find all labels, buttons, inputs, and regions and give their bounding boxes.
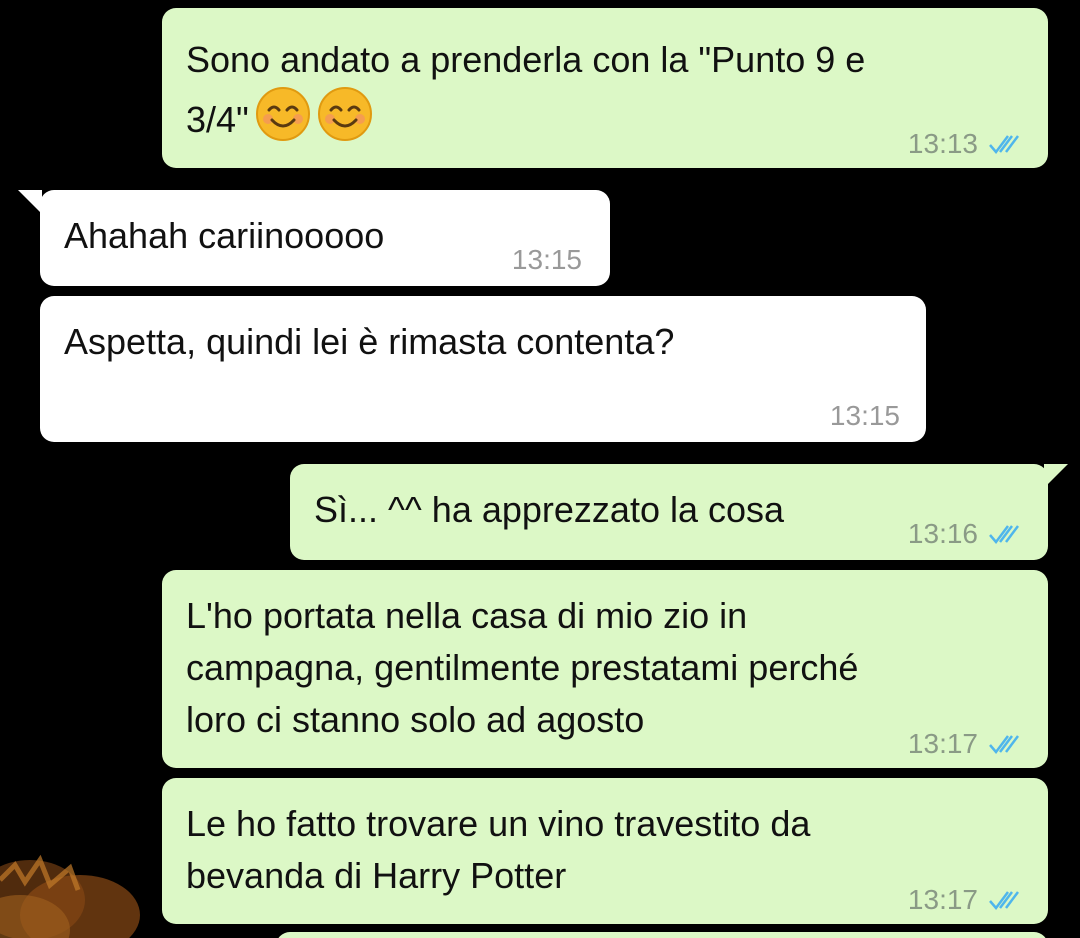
message-bubble-outgoing[interactable]: Sono andato a prenderla con la "Punto 9 … [162,8,1048,168]
message-text: Aspetta, quindi lei è rimasta contenta? [64,321,675,362]
message-line: bevanda di Harry Potter [186,855,567,896]
message-meta: 13:15 [830,390,900,442]
message-bubble-outgoing[interactable]: Le ho fatto trovare un vino travestito d… [162,778,1048,924]
smiling-face-icon [317,87,372,141]
chat-conversation[interactable]: Sono andato a prenderla con la "Punto 9 … [0,0,1080,938]
message-line: Le ho fatto trovare un vino travestito d… [186,803,811,844]
smiling-face-icon [255,87,310,141]
message-bubble-incoming[interactable]: Ahahah cariinooooo 13:15 [40,190,610,286]
read-ticks-icon [989,735,1019,754]
message-time: 13:15 [829,400,900,431]
message-line: loro ci stanno solo ad agosto [186,699,645,740]
message-meta: 13:17 [908,874,1020,926]
read-ticks-icon [989,135,1019,154]
message-bubble-incoming[interactable]: Aspetta, quindi lei è rimasta contenta? … [40,296,926,442]
message-time: 13:15 [511,244,582,275]
message-meta: 13:16 [908,508,1020,560]
message-line: L'ho portata nella casa di mio zio in [186,595,748,636]
message-line: 3/4" [186,99,249,140]
message-meta: 13:13 [908,118,1020,170]
message-bubble-outgoing[interactable]: Sì... ^^ ha apprezzato la cosa 13:16 [290,464,1048,560]
incoming-bubble-tail [18,190,42,214]
message-time: 13:17 [907,884,978,915]
message-meta: 13:15 [512,234,582,286]
wallpaper-foliage [0,854,140,938]
message-text: Ahahah cariinooooo [64,215,385,256]
message-time: 13:13 [907,128,978,159]
message-line: Sono andato a prenderla con la "Punto 9 … [186,39,866,80]
message-bubble-outgoing[interactable]: L'ho portata nella casa di mio zio in ca… [162,570,1048,768]
message-text: Sì... ^^ ha apprezzato la cosa [314,489,785,530]
message-time: 13:16 [907,518,978,549]
message-text: Sono andato a prenderla con la "Punto 9 … [186,34,865,146]
message-time: 13:17 [907,728,978,759]
message-bubble-outgoing-partial[interactable] [276,932,1048,938]
message-meta: 13:17 [908,718,1020,770]
message-line: campagna, gentilmente prestatami perché [186,647,859,688]
read-ticks-icon [989,525,1019,544]
message-text: Le ho fatto trovare un vino travestito d… [186,798,810,902]
message-text: L'ho portata nella casa di mio zio in ca… [186,590,858,746]
read-ticks-icon [989,891,1019,910]
